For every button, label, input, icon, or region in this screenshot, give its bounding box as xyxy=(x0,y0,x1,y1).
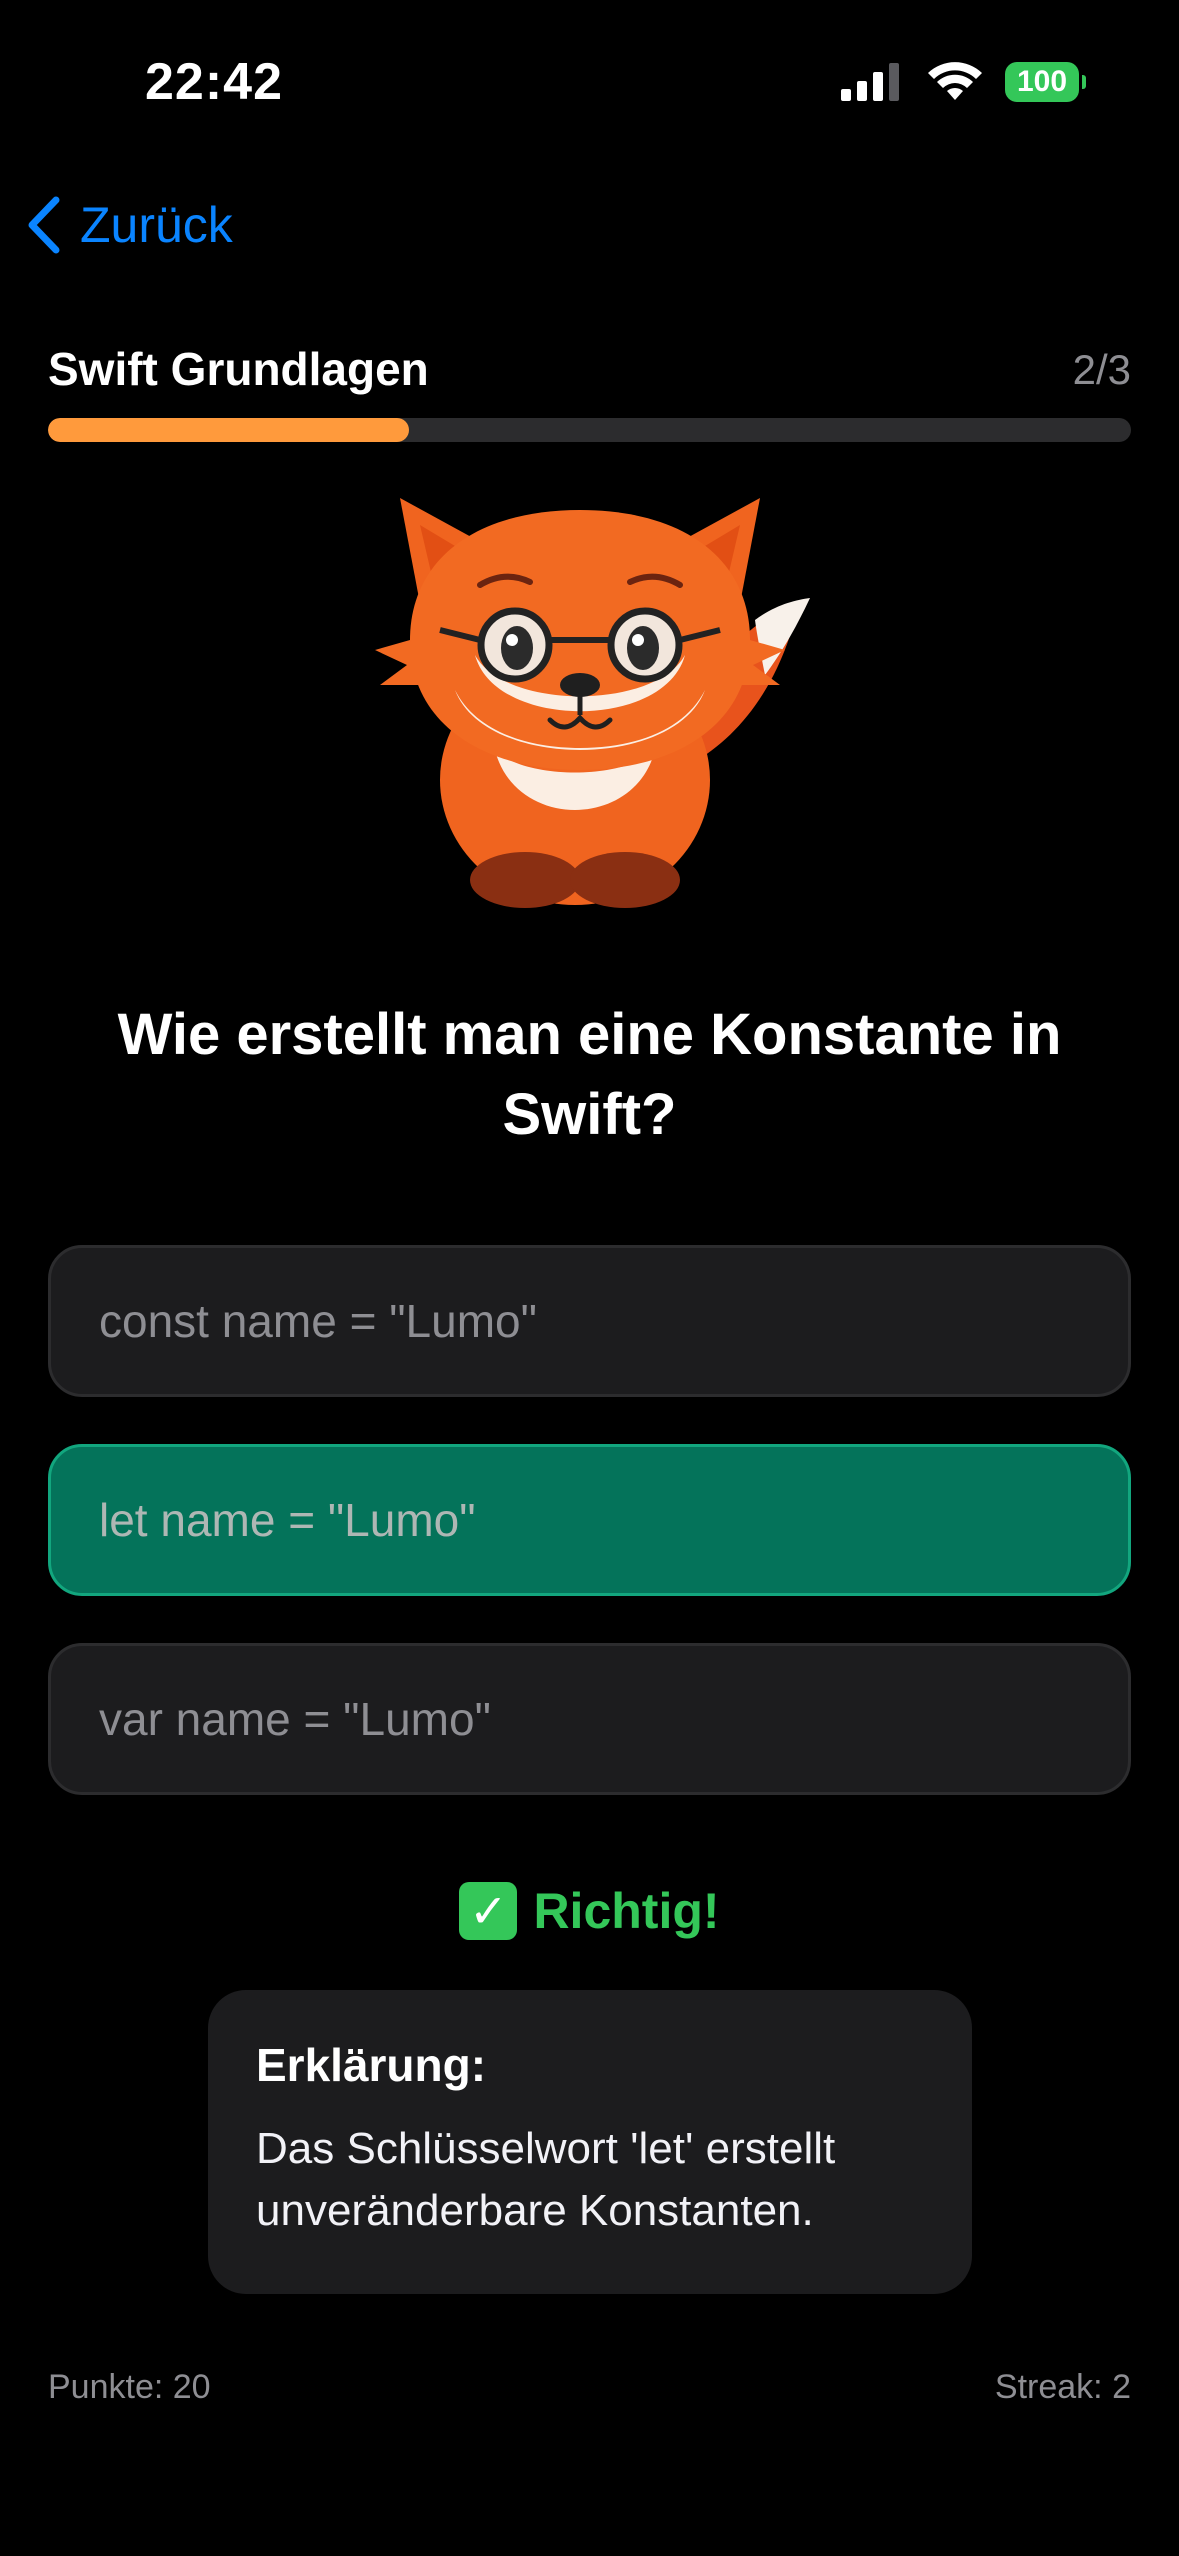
streak-label: Streak: 2 xyxy=(994,2368,1131,2406)
answer-option-3[interactable]: var name = "Lumo" xyxy=(48,1643,1131,1795)
status-icons: 100 xyxy=(841,62,1086,102)
battery-indicator: 100 xyxy=(1005,62,1086,102)
progress-fill xyxy=(48,418,409,442)
lesson-title: Swift Grundlagen xyxy=(48,343,429,395)
feedback-text: Richtig! xyxy=(533,1883,720,1939)
wifi-icon xyxy=(928,62,982,100)
signal-icon xyxy=(841,63,899,101)
check-mark-icon: ✓ xyxy=(459,1882,518,1940)
explanation-body: Das Schlüsselwort 'let' erstellt unverän… xyxy=(256,2124,836,2235)
progress-bar xyxy=(48,418,1131,442)
question-counter: 2/3 xyxy=(1072,346,1131,393)
answer-option-2-correct[interactable]: let name = "Lumo" xyxy=(48,1444,1131,1596)
explanation-card: Erklärung: Das Schlüsselwort 'let' erste… xyxy=(208,1990,972,2294)
back-label: Zurück xyxy=(80,197,233,253)
chevron-left-icon xyxy=(28,196,60,254)
answer-option-1[interactable]: const name = "Lumo" xyxy=(48,1245,1131,1397)
feedback-banner: ✓ Richtig! xyxy=(0,1882,1179,1940)
question-text: Wie erstellt man eine Konstante in Swift… xyxy=(117,1002,1062,1147)
explanation-title: Erklärung: xyxy=(256,2039,487,2091)
status-time: 22:42 xyxy=(145,53,283,111)
points-label: Punkte: 20 xyxy=(48,2368,211,2406)
fox-mascot-image xyxy=(375,498,810,908)
back-button[interactable]: Zurück xyxy=(26,196,233,254)
